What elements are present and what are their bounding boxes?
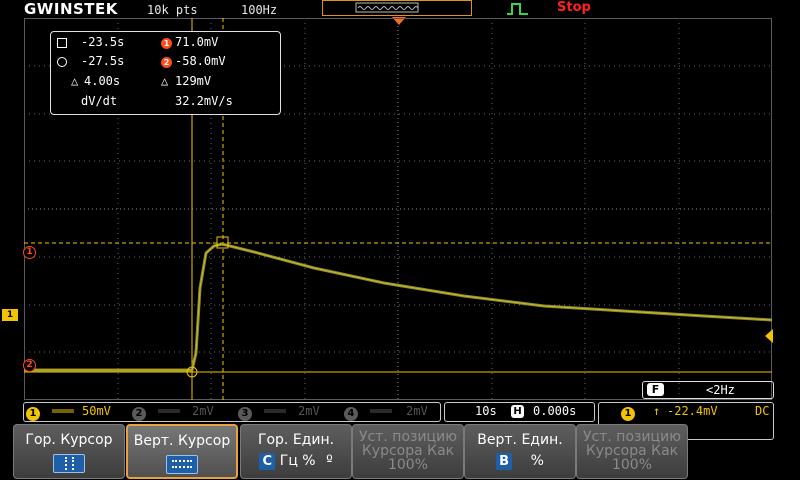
trigger-coupling: DC — [755, 404, 770, 418]
cursor-v1-value: 71.0mV — [175, 35, 219, 49]
h-unit-options: Гц % — [279, 453, 316, 469]
ch1-scale: 50mV — [82, 404, 111, 418]
cursor1-level-marker: 1 — [23, 246, 36, 259]
set-cursor-position-label-2: Уст. позицию Курсора Как 100% — [583, 429, 681, 473]
dc-coupling-icon: ═══ — [158, 404, 180, 418]
cursor-delta-time: 4.00s — [84, 74, 121, 88]
cursor-v2-value: -58.0mV — [175, 54, 226, 68]
channel-status-bar: 1 ═══ 50mV 2 ═══ 2mV 3 ═══ 2mV 4 ═══ 2mV — [23, 402, 441, 422]
square-icon — [57, 38, 67, 48]
ch4-number[interactable]: 4 — [344, 407, 358, 421]
cursor2-level-marker: 2 — [23, 359, 36, 372]
dc-coupling-icon: ═══ — [264, 404, 286, 418]
ch4-scale: 2mV — [406, 404, 428, 418]
cursor1-marker-icon: 1 — [161, 38, 172, 49]
v-unit-label: Верт. Един. — [477, 432, 563, 448]
h-cursor-label: Гор. Курсор — [25, 432, 113, 448]
cursor-delta-value: 129mV — [175, 74, 212, 88]
sample-rate: 100Hz — [241, 3, 278, 17]
trigger-source-number: 1 — [621, 407, 635, 421]
cursor-h2-time: -27.5s — [81, 54, 125, 68]
trigger-level-marker — [765, 329, 773, 343]
filter-value: <2Hz — [706, 383, 735, 397]
filter-badge: F — [647, 383, 664, 396]
v-unit-button[interactable]: Верт. Един. B % — [464, 424, 576, 479]
horizontal-position: 0.000s — [533, 404, 577, 418]
ch1-number[interactable]: 1 — [26, 407, 40, 421]
h-cursor-button[interactable]: Гор. Курсор — [13, 424, 125, 479]
record-length: 10k pts — [147, 3, 198, 17]
v-cursor-button[interactable]: Верт. Курсор — [126, 424, 238, 479]
timebase-value: 10s — [475, 404, 497, 418]
h-unit-degree: º — [326, 453, 333, 469]
circle-icon — [57, 57, 67, 67]
horizontal-lines-icon — [166, 455, 198, 474]
channel1-ground-marker[interactable]: 1 — [2, 309, 18, 321]
memory-overview-bar — [322, 0, 472, 16]
horizontal-badge: H — [511, 405, 524, 418]
filter-indicator: F <2Hz — [642, 381, 774, 399]
cursor-h1-time: -23.5s — [81, 35, 125, 49]
set-cursor-position-label: Уст. позицию Курсора Как 100% — [359, 429, 457, 473]
trigger-edge-icon — [507, 3, 528, 15]
v-cursor-label: Верт. Курсор — [133, 433, 231, 449]
run-stop-status: Stop — [557, 0, 591, 15]
brand-logo: GWINSTEK — [24, 0, 118, 18]
delta-icon: △ — [161, 74, 169, 88]
vertical-lines-icon — [53, 454, 85, 473]
ch2-scale: 2mV — [192, 404, 214, 418]
set-cursor-position-button[interactable]: Уст. позицию Курсора Как 100% — [352, 424, 464, 479]
cursor-readout-panel: -23.5s 1 71.0mV -27.5s 2 -58.0mV △ 4.00s… — [50, 31, 281, 115]
h-unit-label: Гор. Един. — [257, 432, 335, 448]
dvdt-value: 32.2mV/s — [175, 94, 233, 108]
h-unit-selected: C — [259, 453, 276, 470]
cursor2-marker-icon: 2 — [161, 57, 172, 68]
ch3-scale: 2mV — [298, 404, 320, 418]
delta-icon: △ — [71, 74, 79, 88]
set-cursor-position-button-2[interactable]: Уст. позицию Курсора Как 100% — [576, 424, 688, 479]
timebase-status: 10s H 0.000s — [444, 402, 595, 422]
dc-coupling-icon: ═══ — [52, 404, 74, 418]
ch3-number[interactable]: 3 — [238, 407, 252, 421]
dc-coupling-icon: ═══ — [370, 404, 392, 418]
dvdt-label: dV/dt — [81, 94, 118, 108]
v-unit-selected: B — [496, 453, 513, 470]
h-unit-button[interactable]: Гор. Един. C Гц % º — [240, 424, 352, 479]
v-unit-percent: % — [530, 453, 544, 469]
ch2-number[interactable]: 2 — [132, 407, 146, 421]
trigger-level: -22.4mV — [667, 404, 718, 418]
rising-edge-icon: ↑ — [653, 404, 661, 418]
